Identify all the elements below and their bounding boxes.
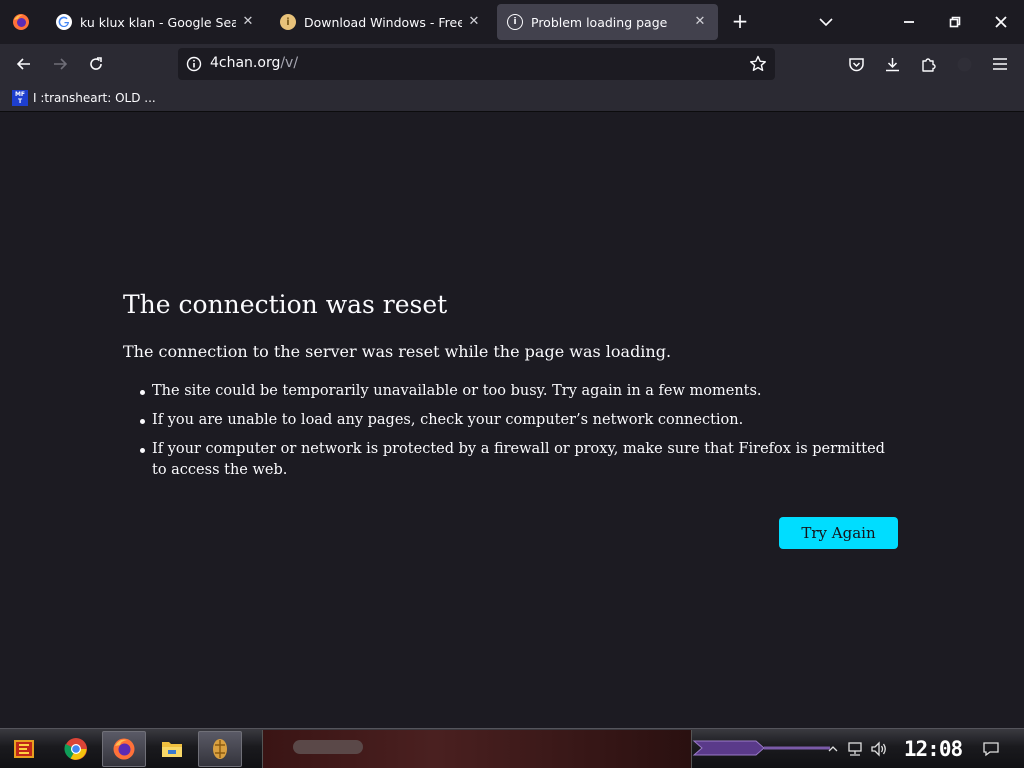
volume-tray-button[interactable]	[870, 740, 888, 758]
tab-strip: ku klux klan - Google Search ✕ i Downloa…	[0, 0, 1024, 44]
taskbar-chrome[interactable]	[54, 731, 98, 767]
show-hidden-icons-button[interactable]	[824, 740, 842, 758]
back-button[interactable]	[10, 50, 38, 78]
navigation-toolbar: 4chan.org/v/	[0, 44, 1024, 84]
arrow-left-icon	[16, 58, 30, 70]
info-icon: i	[507, 14, 523, 30]
error-title: The connection was reset	[123, 290, 448, 319]
tab-google-search[interactable]: ku klux klan - Google Search ✕	[46, 4, 266, 40]
firefox-view-button[interactable]	[0, 0, 42, 44]
start-icon	[14, 740, 34, 758]
reload-icon	[90, 57, 102, 70]
taskbar: 12:08 PM	[0, 728, 1024, 768]
app-menu-button[interactable]	[990, 54, 1010, 74]
bookmark-favicon-icon: MF T	[12, 90, 28, 106]
tab-problem-loading[interactable]: i Problem loading page ✕	[497, 4, 718, 40]
taskbar-clock[interactable]: 12:08 PM	[898, 734, 968, 768]
notifications-button[interactable]	[982, 740, 1000, 758]
chevron-up-icon	[828, 746, 838, 752]
notification-icon	[983, 742, 999, 757]
bookmark-item[interactable]: MF T I :transheart: OLD ...	[12, 89, 156, 107]
close-window-button[interactable]	[978, 0, 1024, 44]
reload-button[interactable]	[82, 50, 110, 78]
firefox-icon	[113, 738, 135, 760]
pocket-button[interactable]	[846, 54, 866, 74]
url-path: /v/	[280, 55, 299, 71]
google-icon	[56, 14, 72, 30]
account-button[interactable]	[954, 54, 974, 74]
speaker-icon	[871, 741, 886, 757]
url-host: 4chan.org	[210, 55, 281, 71]
try-again-button[interactable]: Try Again	[779, 517, 898, 549]
suggestion-item: If you are unable to load any pages, che…	[123, 410, 903, 431]
hamburger-menu-icon	[993, 58, 1007, 70]
error-container: The connection was reset The connection …	[123, 288, 903, 489]
file-explorer-icon	[162, 742, 182, 757]
start-button[interactable]	[2, 731, 46, 767]
taskbar-decoration	[692, 740, 830, 756]
minimize-button[interactable]	[886, 0, 932, 44]
list-all-tabs-button[interactable]	[814, 12, 838, 32]
puzzle-icon	[921, 57, 936, 72]
bookmark-star-icon[interactable]	[749, 55, 767, 73]
close-icon[interactable]: ✕	[692, 14, 708, 30]
close-icon	[995, 16, 1007, 28]
suggestion-item: The site could be temporarily unavailabl…	[123, 381, 903, 402]
firefox-icon	[13, 14, 29, 30]
restore-button[interactable]	[932, 0, 978, 44]
account-icon	[957, 57, 971, 71]
extensions-button[interactable]	[918, 54, 938, 74]
close-icon[interactable]: ✕	[240, 14, 256, 30]
error-suggestions: The site could be temporarily unavailabl…	[123, 381, 903, 481]
tab-title: ku klux klan - Google Search	[80, 14, 236, 30]
suggestion-item: If your computer or network is protected…	[123, 439, 903, 481]
network-icon	[848, 742, 862, 756]
site-info-icon[interactable]	[186, 56, 202, 72]
download-icon	[885, 57, 899, 71]
taskbar-firefox[interactable]	[102, 731, 146, 767]
taskbar-app[interactable]	[198, 731, 242, 767]
chrome-icon	[64, 738, 87, 760]
chevron-down-icon	[819, 18, 833, 27]
tab-download-windows[interactable]: i Download Windows - Free Res ✕	[270, 4, 492, 40]
app-icon	[213, 739, 227, 759]
pocket-icon	[848, 57, 864, 71]
taskbar-window-preview[interactable]	[262, 730, 692, 768]
page-content: The connection was reset The connection …	[0, 113, 1024, 728]
bookmarks-toolbar: MF T I :transheart: OLD ...	[0, 84, 1024, 112]
preview-shape	[293, 740, 363, 754]
downloads-button[interactable]	[882, 54, 902, 74]
address-bar[interactable]: 4chan.org/v/	[178, 48, 775, 80]
tab-title: Download Windows - Free Res	[304, 14, 462, 30]
download-site-icon: i	[280, 14, 296, 30]
tab-title: Problem loading page	[531, 14, 668, 30]
arrow-right-icon	[54, 58, 68, 70]
forward-button[interactable]	[46, 50, 74, 78]
error-description: The connection to the server was reset w…	[123, 342, 672, 361]
network-tray-button[interactable]	[846, 740, 864, 758]
restore-icon	[949, 16, 961, 28]
taskbar-file-explorer[interactable]	[150, 731, 194, 767]
close-icon[interactable]: ✕	[466, 14, 482, 30]
bookmark-label: I :transheart: OLD ...	[33, 91, 156, 105]
new-tab-button[interactable]: +	[728, 10, 752, 34]
url-text[interactable]: 4chan.org/v/	[210, 55, 298, 71]
minimize-icon	[904, 21, 914, 23]
